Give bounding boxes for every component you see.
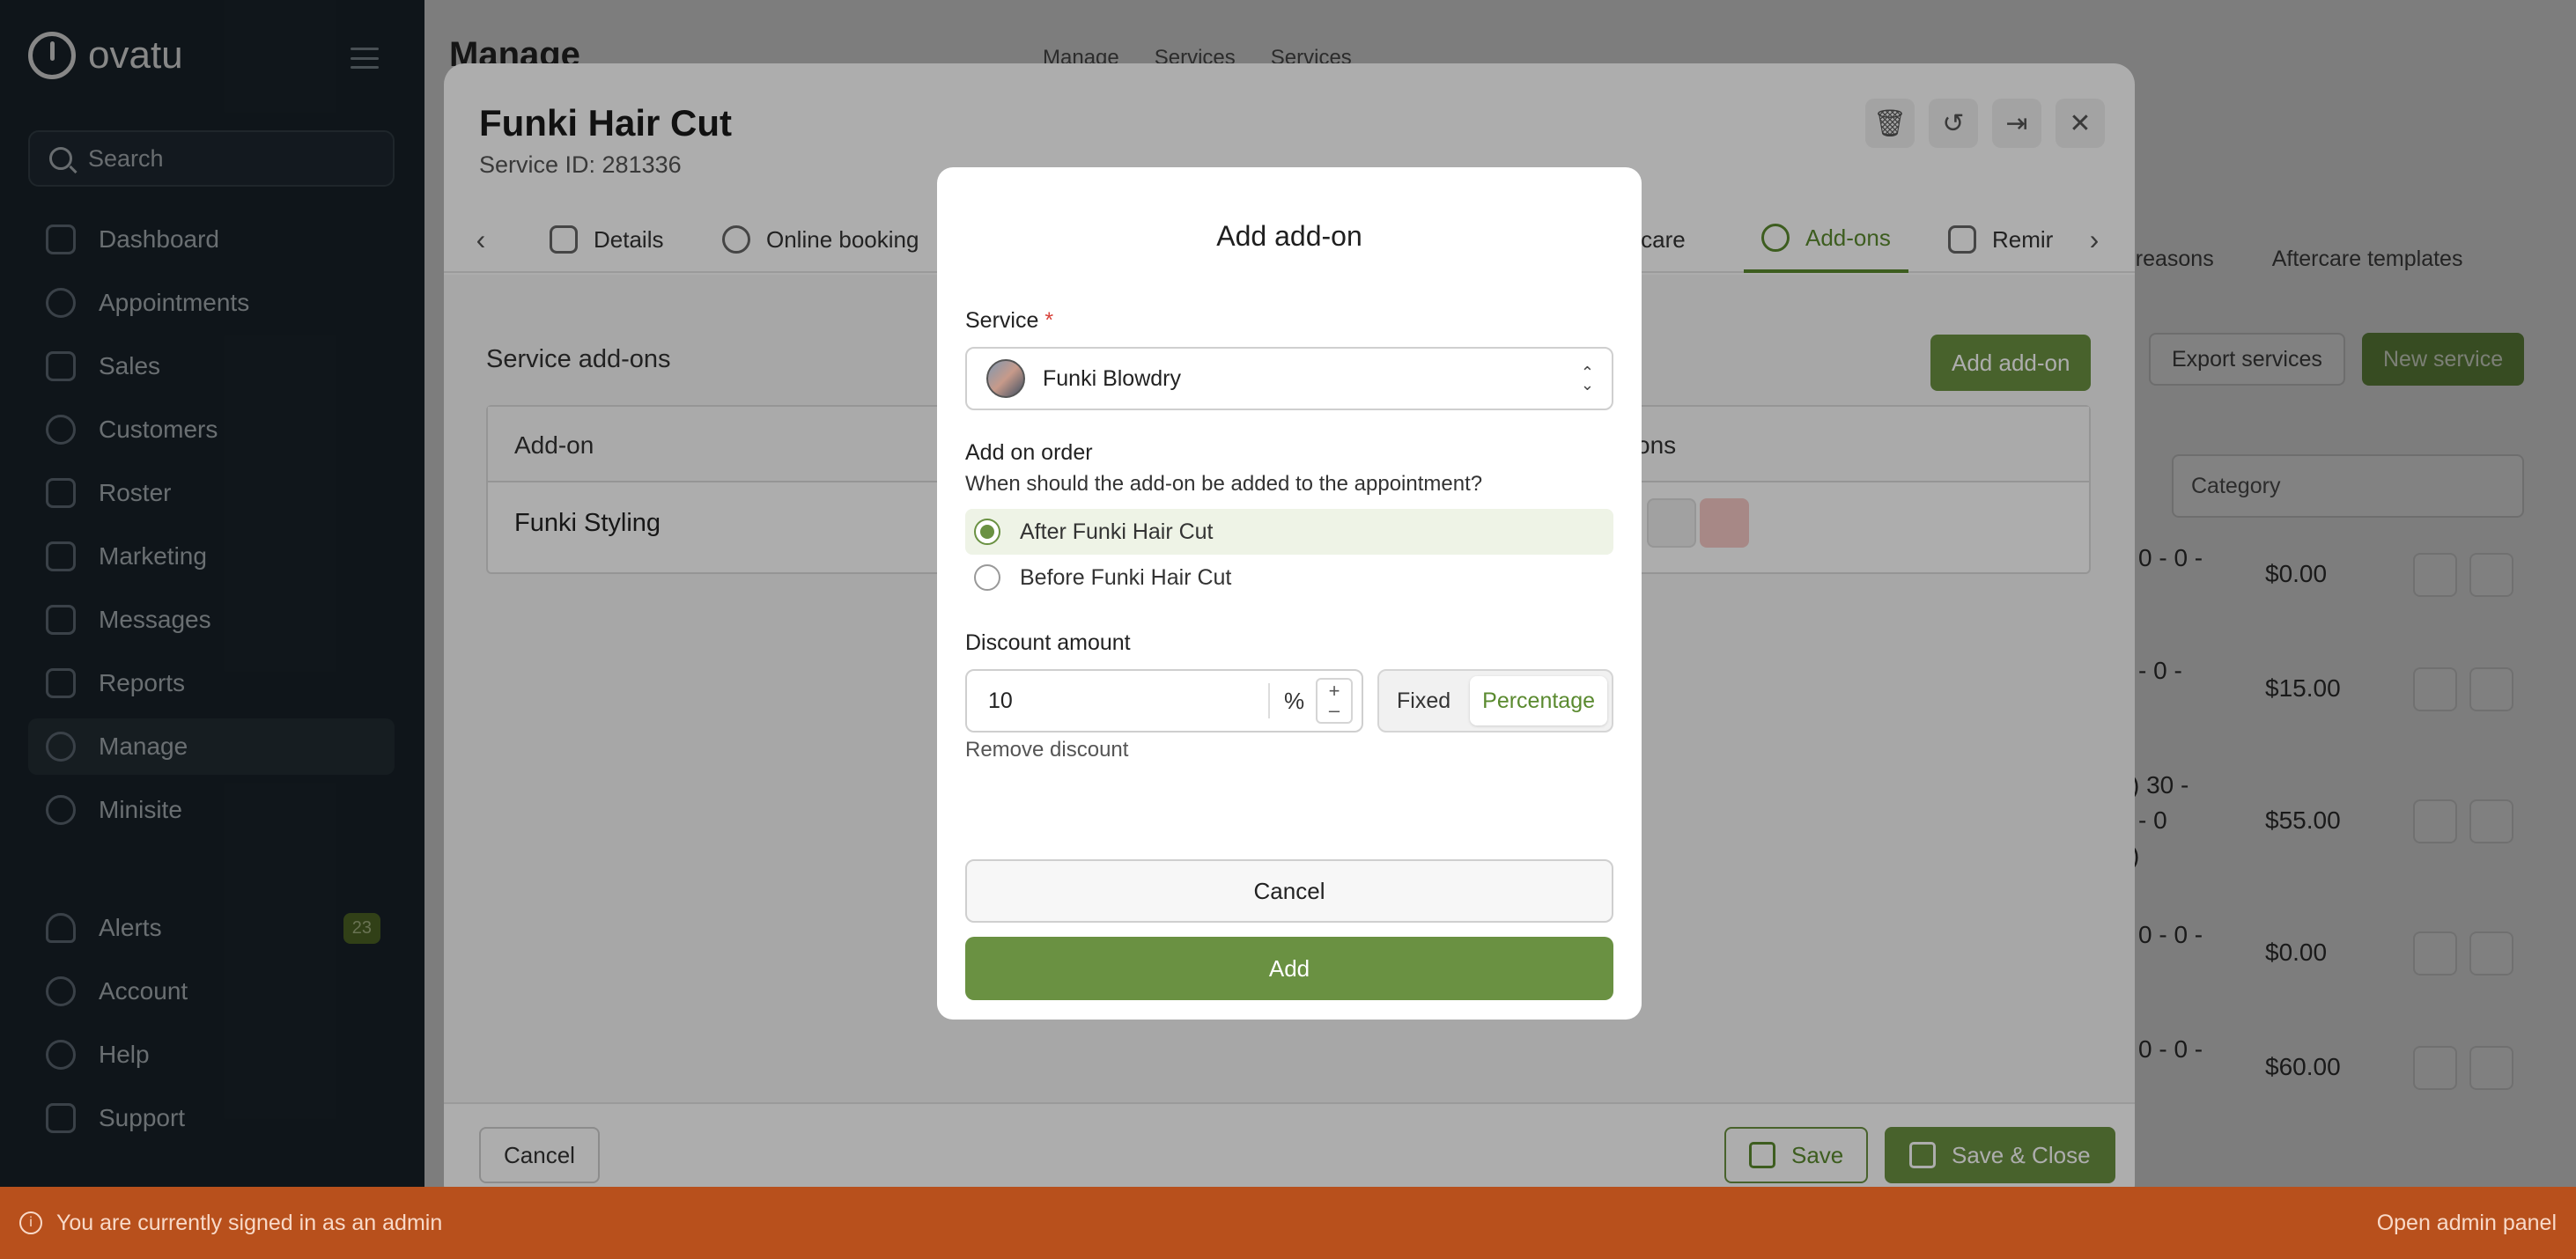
dialog-cancel-button[interactable]: Cancel (965, 859, 1613, 923)
discount-label: Discount amount (965, 630, 1131, 655)
radio-selected[interactable] (974, 519, 1000, 545)
discount-amount-input[interactable]: 10 % + – (965, 669, 1363, 733)
discount-type-toggle: Fixed Percentage (1377, 669, 1613, 733)
order-option-after[interactable]: After Funki Hair Cut (965, 509, 1613, 555)
dialog-title: Add add-on (1216, 220, 1362, 252)
radio-unselected[interactable] (974, 564, 1000, 591)
order-option-label: After Funki Hair Cut (1020, 519, 1214, 544)
add-addon-dialog: Add add-on Service * Funki Blowdry ⌃ ⌄ Ad… (937, 167, 1642, 1020)
service-label: Service * (965, 308, 1053, 334)
required-mark: * (1044, 308, 1054, 333)
order-question: When should the add-on be added to the a… (965, 472, 1483, 496)
discount-type-percentage[interactable]: Percentage (1470, 676, 1608, 725)
admin-banner-message: You are currently signed in as an admin (56, 1210, 443, 1235)
service-select-value: Funki Blowdry (1043, 365, 1181, 391)
info-icon: i (19, 1211, 42, 1234)
order-option-label: Before Funki Hair Cut (1020, 564, 1232, 590)
service-avatar (986, 359, 1025, 398)
minus-icon[interactable]: – (1329, 701, 1340, 720)
service-select[interactable]: Funki Blowdry ⌃ ⌄ (965, 347, 1613, 410)
discount-unit: % (1268, 683, 1304, 718)
plus-icon[interactable]: + (1329, 681, 1340, 701)
chevron-updown-icon: ⌃ ⌄ (1580, 364, 1594, 394)
order-label: Add on order (965, 440, 1093, 465)
discount-value: 10 (988, 688, 1013, 713)
order-option-before[interactable]: Before Funki Hair Cut (965, 555, 1613, 600)
discount-type-fixed[interactable]: Fixed (1384, 676, 1463, 725)
discount-stepper[interactable]: + – (1316, 678, 1353, 724)
remove-discount-link[interactable]: Remove discount (965, 738, 1128, 762)
admin-banner: i You are currently signed in as an admi… (0, 1187, 2576, 1259)
open-admin-panel-link[interactable]: Open admin panel (2377, 1211, 2557, 1236)
service-label-text: Service (965, 308, 1039, 333)
dialog-add-button[interactable]: Add (965, 937, 1613, 1000)
